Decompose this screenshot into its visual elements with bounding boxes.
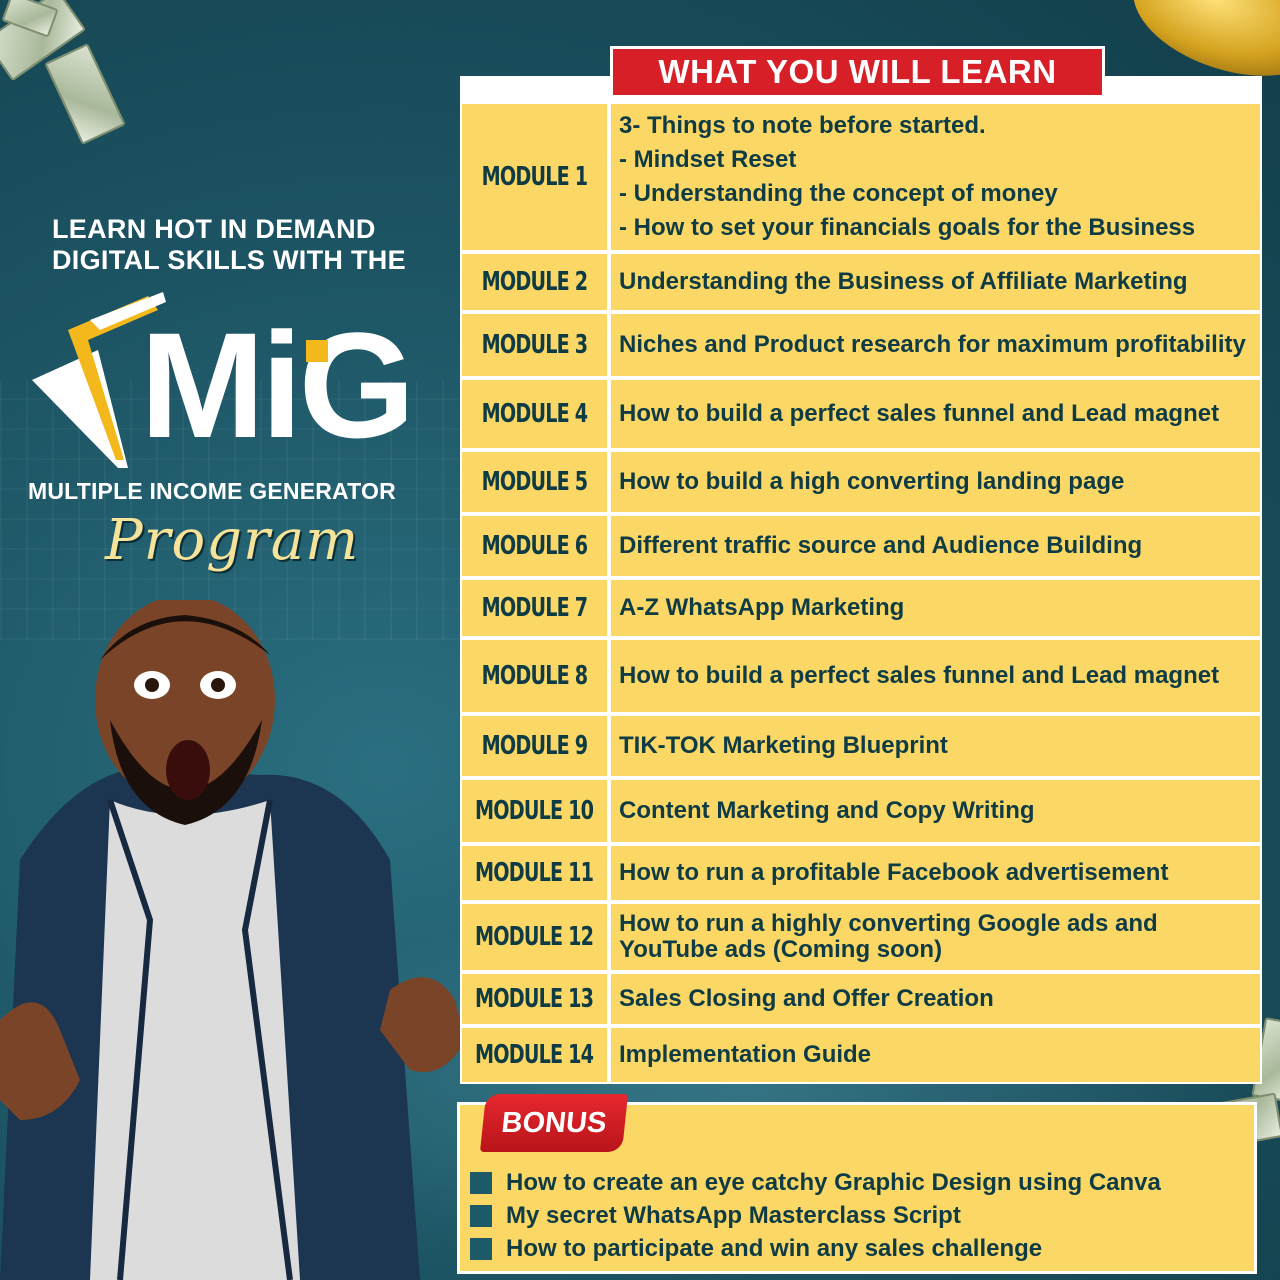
module-label: MODULE 3 — [462, 314, 607, 376]
bonus-item-text: How to create an eye catchy Graphic Desi… — [506, 1168, 1161, 1196]
module-description: Sales Closing and Offer Creation — [611, 974, 1260, 1024]
modules-table: MODULE 1 3- Things to note before starte… — [460, 76, 1262, 1084]
module-line: - Mindset Reset — [619, 146, 797, 173]
module-label: MODULE 14 — [462, 1028, 607, 1082]
module-description: How to run a highly converting Google ad… — [611, 904, 1260, 970]
logo-subtitle: MULTIPLE INCOME GENERATOR — [28, 478, 396, 504]
module-description: A-Z WhatsApp Marketing — [611, 580, 1260, 636]
headline-line: DIGITAL SKILLS WITH THE — [52, 245, 406, 275]
table-row: MODULE 2 Understanding the Business of A… — [462, 254, 1260, 310]
module-label: MODULE 9 — [462, 716, 607, 776]
money-bill-decoration — [44, 43, 126, 145]
module-description: 3- Things to note before started. - Mind… — [611, 104, 1260, 250]
headline: LEARN HOT IN DEMAND DIGITAL SKILLS WITH … — [52, 214, 452, 276]
table-row: MODULE 4 How to build a perfect sales fu… — [462, 380, 1260, 448]
square-bullet-icon — [470, 1237, 492, 1260]
logo-dot — [306, 340, 328, 362]
mig-logo: MiG — [28, 290, 448, 490]
headline-line: LEARN HOT IN DEMAND — [52, 214, 376, 244]
module-label: MODULE 2 — [462, 254, 607, 310]
table-row: MODULE 11 How to run a profitable Facebo… — [462, 846, 1260, 900]
module-line: 3- Things to note before started. — [619, 112, 986, 139]
table-row: MODULE 5 How to build a high converting … — [462, 452, 1260, 512]
module-description: How to build a high converting landing p… — [611, 452, 1260, 512]
module-line: - How to set your financials goals for t… — [619, 214, 1196, 241]
module-description: Understanding the Business of Affiliate … — [611, 254, 1260, 310]
table-row: MODULE 14 Implementation Guide — [462, 1028, 1260, 1082]
surprised-man-photo — [0, 600, 465, 1280]
list-item: My secret WhatsApp Masterclass Script — [470, 1199, 1255, 1232]
table-row: MODULE 13 Sales Closing and Offer Creati… — [462, 974, 1260, 1024]
module-description: How to build a perfect sales funnel and … — [611, 380, 1260, 448]
table-row: MODULE 6 Different traffic source and Au… — [462, 516, 1260, 576]
module-label: MODULE 10 — [462, 780, 607, 842]
module-label: MODULE 8 — [462, 640, 607, 712]
table-row: MODULE 3 Niches and Product research for… — [462, 314, 1260, 376]
logo-wordmark: MiG — [140, 301, 415, 469]
module-description: TIK-TOK Marketing Blueprint — [611, 716, 1260, 776]
module-line: - Understanding the concept of money — [619, 180, 1058, 207]
table-header-banner: WHAT YOU WILL LEARN — [610, 46, 1105, 98]
bonus-tag: BONUS — [479, 1094, 629, 1152]
logo-script: Program — [105, 508, 360, 573]
square-bullet-icon — [470, 1171, 492, 1194]
table-row: MODULE 10 Content Marketing and Copy Wri… — [462, 780, 1260, 842]
module-description: Different traffic source and Audience Bu… — [611, 516, 1260, 576]
square-bullet-icon — [470, 1204, 492, 1227]
table-row: MODULE 8 How to build a perfect sales fu… — [462, 640, 1260, 712]
table-row: MODULE 1 3- Things to note before starte… — [462, 104, 1260, 250]
module-description: Content Marketing and Copy Writing — [611, 780, 1260, 842]
table-row: MODULE 7 A-Z WhatsApp Marketing — [462, 580, 1260, 636]
module-description: Niches and Product research for maximum … — [611, 314, 1260, 376]
bonus-item-text: How to participate and win any sales cha… — [506, 1234, 1043, 1262]
table-row: MODULE 12 How to run a highly converting… — [462, 904, 1260, 970]
module-description: How to build a perfect sales funnel and … — [611, 640, 1260, 712]
module-description: How to run a profitable Facebook adverti… — [611, 846, 1260, 900]
module-label: MODULE 1 — [462, 104, 607, 250]
bonus-list: How to create an eye catchy Graphic Desi… — [470, 1166, 1255, 1265]
module-description: Implementation Guide — [611, 1028, 1260, 1082]
module-label: MODULE 6 — [462, 516, 607, 576]
module-label: MODULE 5 — [462, 452, 607, 512]
list-item: How to participate and win any sales cha… — [470, 1232, 1255, 1265]
module-label: MODULE 11 — [462, 846, 607, 900]
module-label: MODULE 12 — [462, 904, 607, 970]
list-item: How to create an eye catchy Graphic Desi… — [470, 1166, 1255, 1199]
bonus-item-text: My secret WhatsApp Masterclass Script — [506, 1201, 961, 1229]
table-row: MODULE 9 TIK-TOK Marketing Blueprint — [462, 716, 1260, 776]
module-label: MODULE 4 — [462, 380, 607, 448]
module-label: MODULE 13 — [462, 974, 607, 1024]
module-label: MODULE 7 — [462, 580, 607, 636]
